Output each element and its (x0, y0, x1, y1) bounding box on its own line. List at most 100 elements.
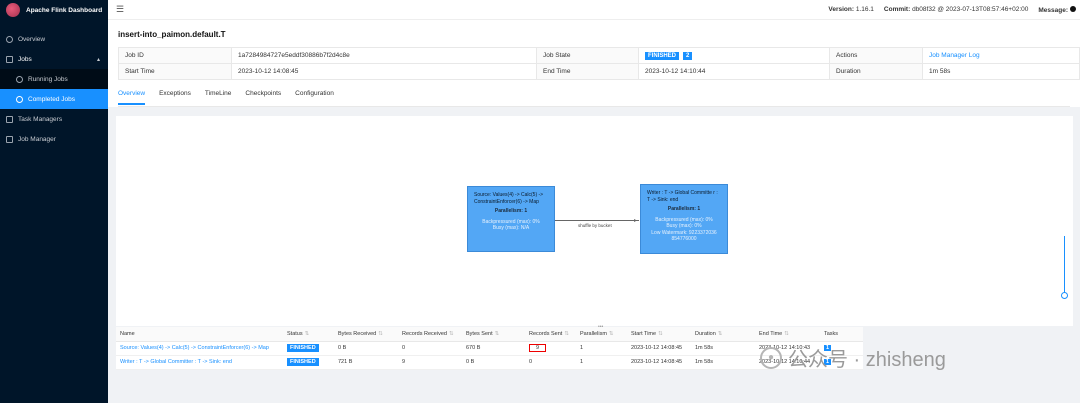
sidebar-item-overview[interactable]: Overview (0, 29, 108, 49)
tab-exceptions[interactable]: Exceptions (159, 90, 191, 103)
job-tabs: Overview Exceptions TimeLine Checkpoints… (118, 90, 1070, 107)
zoom-slider-track[interactable] (1064, 236, 1065, 296)
duration-label: Duration (829, 63, 923, 80)
tab-checkpoints[interactable]: Checkpoints (245, 90, 281, 103)
job-state-label: Job State (536, 47, 639, 64)
vertex-name-link[interactable]: Writer : T -> Global Committer : T -> Si… (116, 355, 283, 370)
status-badge: FINISHED (645, 52, 680, 60)
bytes-sent: 670 B (462, 341, 525, 356)
job-id-label: Job ID (118, 47, 232, 64)
records-sent-cell: 9 (525, 341, 576, 356)
table-row[interactable]: Source: Values(4) -> Calc(5) -> Constrai… (116, 341, 863, 356)
sidebar-item-task-managers[interactable]: Task Managers (0, 109, 108, 129)
graph-edge (555, 220, 639, 221)
edge-label: shuffle by bucket (578, 223, 612, 228)
sidebar-item-label: Running Jobs (28, 75, 68, 83)
sidebar-item-label: Overview (18, 35, 46, 43)
commit-value: db08f32 @ 2023-07-13T08:57:46+02:00 (912, 5, 1029, 13)
actions-label: Actions (829, 47, 923, 64)
start-time: 2023-10-12 14:08:45 (627, 355, 691, 370)
tab-timeline[interactable]: TimeLine (205, 90, 232, 103)
duration-value: 1m 58s (922, 63, 1080, 80)
menu-fold-icon[interactable]: ☰ (116, 4, 124, 15)
status-cell: FINISHED (283, 341, 334, 356)
top-bar: ☰ Version: 1.16.1 Commit: db08f32 @ 2023… (108, 0, 1080, 20)
status-badge: FINISHED (287, 344, 319, 352)
wechat-icon: ● (760, 346, 782, 369)
job-graph[interactable]: Source: Values(4) -> Calc(5) -> Constrai… (116, 116, 1073, 326)
sort-icon[interactable]: ⇅ (718, 331, 723, 337)
job-manager-log-link[interactable]: Job Manager Log (929, 52, 980, 59)
job-id-value: 1a7284984727e5eddf30886b7f2d4c8e (231, 47, 537, 64)
column-header[interactable]: Records Received ⇅ (398, 327, 462, 342)
version-value: 1.16.1 (855, 5, 874, 13)
column-header[interactable]: Parallelism ⇅ (576, 327, 627, 342)
column-header[interactable]: Records Sent ⇅ (525, 327, 576, 342)
message-label: Message: (1038, 6, 1068, 14)
job-description-table: Job ID 1a7284984727e5eddf30886b7f2d4c8e … (118, 47, 1080, 80)
app-logo[interactable]: Apache Flink Dashboard (0, 0, 108, 20)
status-badge: FINISHED (287, 358, 319, 366)
sort-icon[interactable]: ⇅ (658, 331, 663, 337)
records-received: 9 (398, 355, 462, 370)
column-header: Name (116, 327, 283, 342)
column-header[interactable]: Duration ⇅ (691, 327, 755, 342)
sidebar-item-label: Task Managers (18, 115, 63, 123)
app-title: Apache Flink Dashboard (26, 6, 103, 14)
node-title: Writer : T -> Global Committe r : T -> S… (647, 190, 718, 203)
tab-configuration[interactable]: Configuration (295, 90, 334, 103)
column-header[interactable]: End Time ⇅ (755, 327, 820, 342)
page-title: insert-into_paimon.default.T (118, 30, 226, 39)
sort-icon[interactable]: ⇅ (564, 331, 569, 337)
graph-node-source[interactable]: Source: Values(4) -> Calc(5) -> Constrai… (467, 186, 555, 252)
check-circle-icon (16, 95, 23, 103)
end-time-value: 2023-10-12 14:10:44 (638, 63, 830, 80)
sidebar-item-label: Completed Jobs (28, 95, 75, 103)
sort-icon[interactable]: ⇅ (449, 331, 454, 337)
column-header[interactable]: Status ⇅ (283, 327, 334, 342)
bytes-received: 721 B (334, 355, 398, 370)
bytes-sent: 0 B (462, 355, 525, 370)
vertex-table: Name Status ⇅ Bytes Received ⇅ Records Rec… (116, 327, 863, 370)
bytes-received: 0 B (334, 341, 398, 356)
sidebar-item-completed-jobs[interactable]: Completed Jobs (0, 89, 108, 109)
records-sent: 0 (525, 355, 576, 370)
sort-icon[interactable]: ⇅ (609, 331, 614, 337)
table-row[interactable]: Writer : T -> Global Committer : T -> Si… (116, 355, 863, 370)
flink-logo-icon (6, 3, 20, 17)
message-indicator-icon[interactable] (1070, 5, 1076, 12)
sort-icon[interactable]: ⇅ (305, 331, 310, 337)
version-label: Version: (828, 5, 855, 13)
status-cell: FINISHED (283, 355, 334, 370)
node-parallelism: Parallelism: 1 (667, 206, 701, 212)
sort-icon[interactable]: ⇅ (784, 331, 789, 337)
records-sent-highlight: 9 (529, 344, 547, 352)
duration: 1m 58s (691, 341, 755, 356)
column-header: Tasks (820, 327, 863, 342)
node-parallelism: Parallelism: 1 (494, 208, 528, 214)
actions-cell: Job Manager Log (922, 47, 1080, 64)
sort-icon[interactable]: ⇅ (378, 331, 383, 337)
start-time: 2023-10-12 14:08:45 (627, 341, 691, 356)
sidebar-item-running-jobs[interactable]: Running Jobs (0, 69, 108, 89)
commit-label: Commit: (883, 5, 911, 13)
sidebar: Apache Flink Dashboard Overview Jobs ▴ R… (0, 0, 108, 403)
vertex-name-link[interactable]: Source: Values(4) -> Calc(5) -> Constrai… (116, 341, 283, 356)
column-header[interactable]: Bytes Sent ⇅ (462, 327, 525, 342)
column-header[interactable]: Start Time ⇅ (627, 327, 691, 342)
node-title: Source: Values(4) -> Calc(5) -> Constrai… (474, 192, 544, 205)
sort-icon[interactable]: ⇅ (495, 331, 500, 337)
sidebar-item-job-manager[interactable]: Job Manager (0, 129, 108, 149)
sidebar-item-jobs[interactable]: Jobs ▴ (0, 49, 108, 69)
column-header[interactable]: Bytes Received ⇅ (334, 327, 398, 342)
job-header: insert-into_paimon.default.T Job ID 1a72… (108, 20, 1080, 107)
graph-node-sink[interactable]: Writer : T -> Global Committe r : T -> S… (640, 184, 728, 254)
parallelism: 1 (576, 341, 627, 356)
node-busy: Busy (max): N/A (492, 225, 530, 231)
records-received: 0 (398, 341, 462, 356)
tab-overview[interactable]: Overview (118, 90, 146, 105)
zoom-slider-handle[interactable] (1061, 292, 1068, 299)
play-circle-icon (16, 75, 23, 83)
chevron-up-icon: ▴ (96, 56, 100, 63)
job-state-cell: FINISHED 2 (638, 47, 830, 64)
